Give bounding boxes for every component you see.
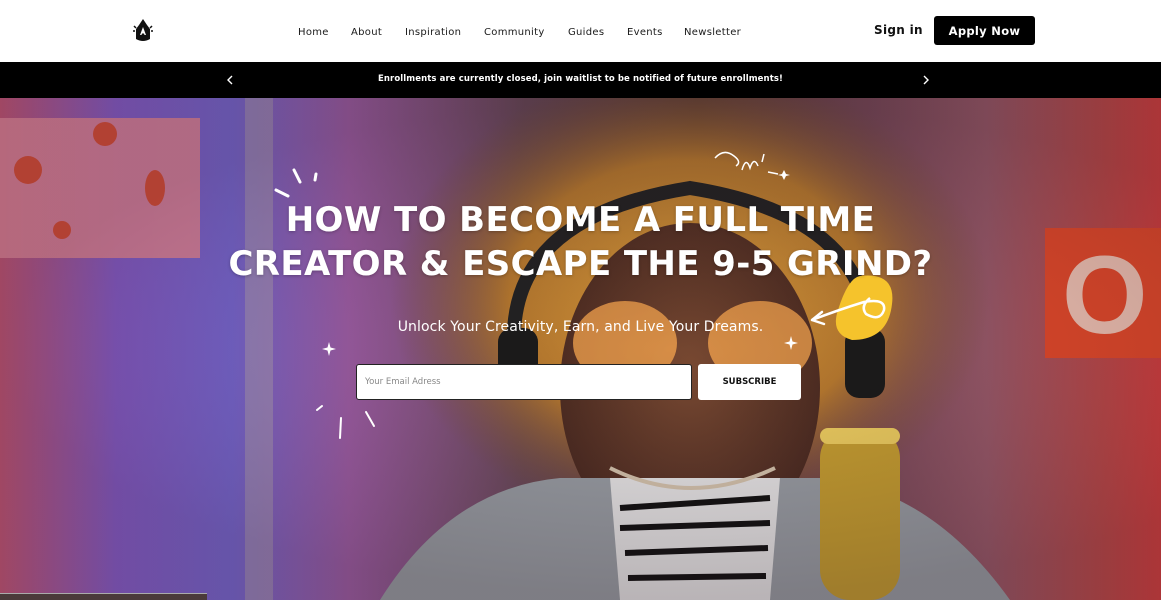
logo-icon[interactable] (131, 17, 155, 45)
nav-inspiration[interactable]: Inspiration (405, 27, 461, 38)
sparkle-icon (322, 342, 336, 356)
hero-subtitle: Unlock Your Creativity, Earn, and Live Y… (397, 319, 764, 335)
hero-title: HOW TO BECOME A FULL TIME CREATOR & ESCA… (0, 198, 1161, 286)
hero-section: O (0, 98, 1161, 600)
subscribe-button[interactable]: SUBSCRIBE (698, 364, 801, 400)
announcement-text: Enrollments are currently closed, join w… (377, 74, 783, 84)
site-header: Home About Inspiration Community Guides … (0, 0, 1161, 62)
sparkle-icon (784, 336, 798, 350)
chevron-right-icon[interactable] (918, 71, 934, 89)
announcement-bar: Enrollments are currently closed, join w… (0, 62, 1161, 98)
hero-title-line2: CREATOR & ESCAPE THE 9-5 GRIND? (228, 244, 933, 284)
bottom-overlay-strip (0, 593, 207, 600)
sign-in-link[interactable]: Sign in (874, 23, 923, 37)
nav-community[interactable]: Community (484, 27, 545, 38)
nav-newsletter[interactable]: Newsletter (684, 27, 741, 38)
nav-events[interactable]: Events (627, 27, 663, 38)
scribble-icon (714, 151, 790, 180)
nav-guides[interactable]: Guides (568, 27, 604, 38)
hero-overlay (0, 98, 1161, 600)
hero-title-line1: HOW TO BECOME A FULL TIME (285, 200, 876, 240)
email-input[interactable] (356, 364, 692, 400)
nav-home[interactable]: Home (298, 27, 329, 38)
sparkle-icon (316, 405, 375, 439)
apply-now-button[interactable]: Apply Now (934, 16, 1035, 45)
nav-about[interactable]: About (351, 27, 382, 38)
